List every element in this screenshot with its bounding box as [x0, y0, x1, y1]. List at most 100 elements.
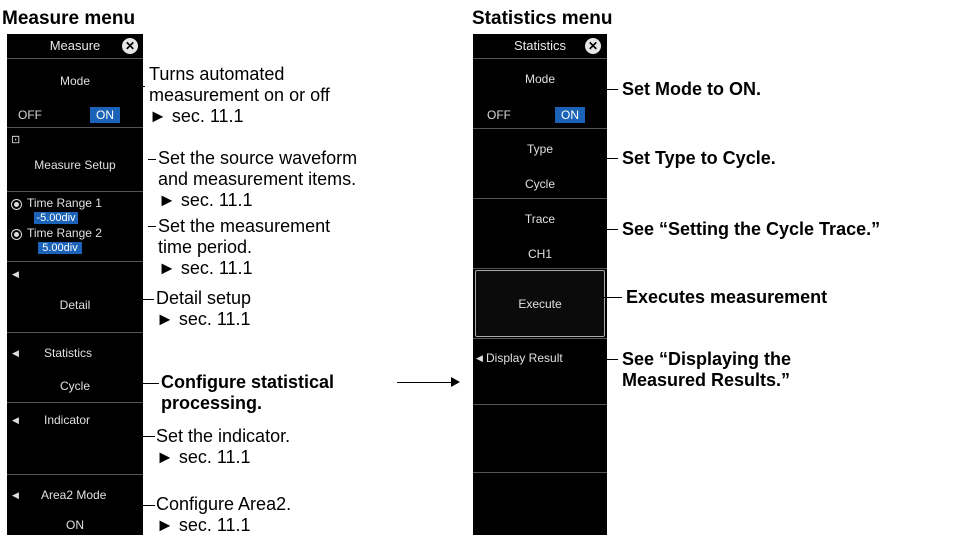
leader-line [148, 159, 156, 160]
measure-setup-softkey[interactable]: ⊡ Measure Setup [7, 127, 143, 191]
stat-mode-label: Mode [524, 72, 556, 86]
divider [7, 402, 143, 403]
radio-icon [11, 229, 22, 240]
annotation-line: Turns automated [149, 64, 285, 84]
divider [473, 128, 607, 129]
detail-softkey[interactable]: ◀ Detail [7, 261, 143, 332]
indicator-label: Indicator [44, 413, 91, 427]
time-range1-label: Time Range 1 [27, 196, 102, 210]
divider [473, 404, 607, 405]
annotation-line: Set the indicator. [156, 426, 291, 446]
leader-line [143, 436, 155, 437]
leader-line [140, 299, 154, 300]
execute-label: Execute [518, 297, 562, 311]
arrow-right-icon [451, 377, 460, 387]
annotation-line: Configure Area2. [156, 494, 292, 514]
annotation-line: ► sec. 11.1 [156, 309, 251, 329]
trace-softkey[interactable]: Trace CH1 [473, 198, 607, 268]
annotation-setup: Set the source waveform and measurement … [158, 148, 357, 211]
time-range-softkey[interactable]: Time Range 1 -5.00div Time Range 2 5.00d… [7, 191, 143, 261]
annotation-line: measurement on or off [149, 85, 330, 105]
stat-mode-off-option: OFF [487, 108, 511, 122]
arrow-left-icon: ◀ [12, 269, 19, 279]
empty-softkey [473, 472, 607, 535]
annotation-line: Detail setup [156, 288, 252, 308]
type-softkey[interactable]: Type Cycle [473, 128, 607, 198]
time-range2-label: Time Range 2 [27, 226, 102, 240]
statistics-menu-panel: Statistics ✕ Mode OFF ON Type Cycle Trac… [473, 34, 607, 535]
display-result-softkey[interactable]: ◀ Display Result [473, 338, 607, 404]
annotation-line: ► sec. 11.1 [158, 258, 253, 278]
area2-mode-label: Area2 Mode [41, 488, 107, 502]
arrow-left-icon: ◀ [12, 348, 19, 358]
measure-setup-label: Measure Setup [34, 158, 116, 172]
execute-softkey-area: Execute [473, 268, 607, 338]
divider [7, 127, 143, 128]
annotation-stat-execute: Executes measurement [626, 287, 828, 307]
trace-label: Trace [524, 212, 556, 226]
submenu-icon: ⊡ [11, 134, 21, 146]
leader-line [598, 297, 622, 298]
leader-line [133, 86, 145, 87]
area2-mode-value: ON [66, 518, 84, 532]
statistics-label: Statistics [44, 346, 93, 360]
time-range2-value: 5.00div [38, 242, 82, 254]
divider [7, 332, 143, 333]
time-range1-value: -5.00div [34, 212, 78, 224]
annotation-line: Set the measurement [158, 216, 331, 236]
detail-label: Detail [59, 298, 91, 312]
close-icon[interactable]: ✕ [585, 38, 601, 54]
leader-line [598, 359, 618, 360]
annotation-area2: Configure Area2. ► sec. 11.1 [156, 494, 291, 536]
annotation-statistics: Configure statistical processing. [161, 372, 334, 414]
leader-line [148, 226, 156, 227]
statistics-softkey[interactable]: ◀ Statistics Cycle [7, 332, 143, 402]
leader-line [598, 158, 618, 159]
divider [7, 191, 143, 192]
annotation-line: processing. [161, 393, 263, 413]
annotation-line: ► sec. 11.1 [158, 190, 253, 210]
annotation-stat-trace: See “Setting the Cycle Trace.” [622, 219, 881, 239]
annotation-line: ► sec. 11.1 [156, 447, 251, 467]
leader-line [143, 383, 159, 384]
statistics-menu-heading: Statistics menu [472, 8, 613, 29]
leader-line [143, 505, 155, 506]
annotation-stat-display: See “Displaying the Measured Results.” [622, 349, 791, 391]
mode-softkey[interactable]: Mode OFF ON [7, 58, 143, 127]
annotation-line: ► sec. 11.1 [156, 515, 251, 535]
divider [7, 58, 143, 59]
area2-mode-softkey[interactable]: ◀ Area2 Mode ON [7, 474, 143, 535]
annotation-line: Configure statistical [161, 372, 335, 392]
measure-menu-heading: Measure menu [2, 8, 136, 29]
indicator-softkey[interactable]: ◀ Indicator [7, 402, 143, 474]
mode-label: Mode [59, 74, 91, 88]
divider [473, 58, 607, 59]
arrow-line [397, 382, 452, 383]
display-result-label: Display Result [486, 351, 563, 365]
arrow-left-icon: ◀ [476, 353, 483, 363]
close-icon[interactable]: ✕ [122, 38, 138, 54]
annotation-line: ► sec. 11.1 [149, 106, 244, 126]
stat-mode-softkey[interactable]: Mode OFF ON [473, 58, 607, 127]
arrow-left-icon: ◀ [12, 490, 19, 500]
mode-on-option: ON [90, 107, 120, 123]
annotation-line: and measurement items. [158, 169, 357, 189]
annotation-line: time period. [158, 237, 253, 257]
annotation-line: Measured Results.” [622, 370, 791, 390]
divider [473, 198, 607, 199]
execute-button[interactable]: Execute [475, 270, 605, 337]
arrow-left-icon: ◀ [12, 415, 19, 425]
empty-softkey [473, 404, 607, 472]
measure-menu-panel: Measure ✕ Mode OFF ON ⊡ Measure Setup Ti… [7, 34, 143, 535]
annotation-mode: Turns automated measurement on or off ► … [149, 64, 330, 127]
leader-line [598, 89, 618, 90]
type-label: Type [526, 142, 553, 156]
stat-mode-on-option: ON [555, 107, 585, 123]
annotation-line: Set the source waveform [158, 148, 358, 168]
annotation-line: See “Displaying the [622, 349, 792, 369]
divider [7, 474, 143, 475]
statistics-value: Cycle [59, 379, 90, 393]
type-value: Cycle [524, 177, 555, 191]
annotation-detail: Detail setup ► sec. 11.1 [156, 288, 251, 330]
annotation-time: Set the measurement time period. ► sec. … [158, 216, 330, 279]
